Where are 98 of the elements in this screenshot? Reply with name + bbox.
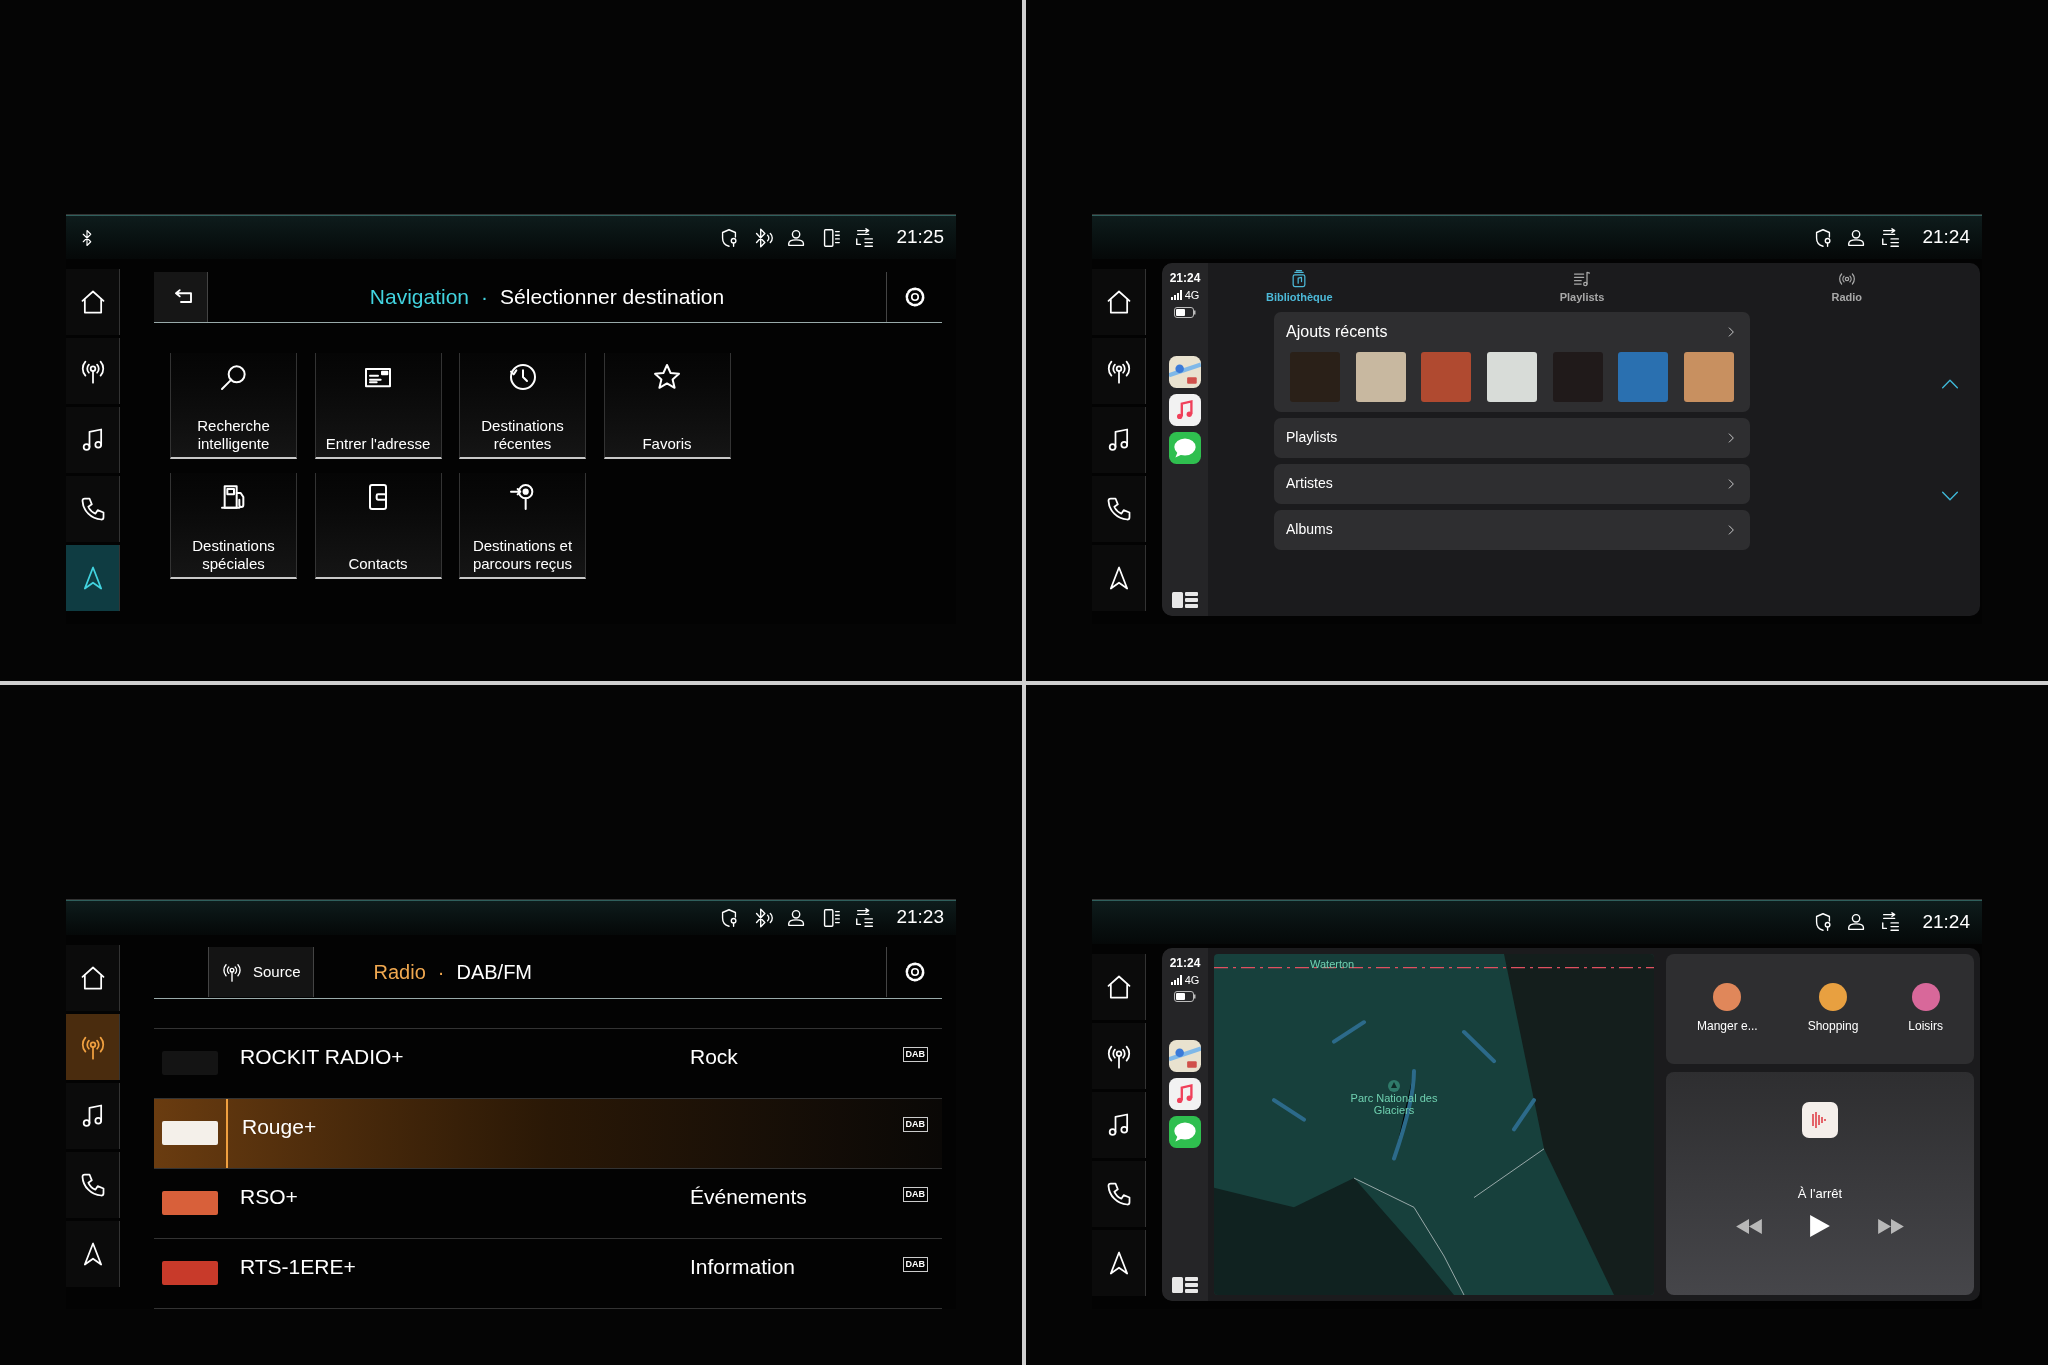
station-genre: Événements [690,1183,808,1210]
station-row[interactable]: Rouge+ DAB [154,1098,942,1169]
clock-time: 21:25 [896,225,944,250]
row-label: Playlists [1286,428,1339,447]
battery-icon [1174,306,1196,318]
rail-button[interactable] [1092,1091,1146,1158]
station-row[interactable]: RSO+ Événements DAB [154,1168,942,1239]
rail-button[interactable] [66,338,120,404]
station-logo-placeholder [162,1191,218,1215]
play-icon[interactable] [1810,1215,1830,1237]
category-button[interactable]: Loisirs [1908,982,1943,1035]
antenna-icon [221,961,243,983]
network-label: 4G [1184,972,1200,988]
podcast-app-icon [1802,1101,1838,1138]
station-genre: Information [690,1253,797,1280]
station-name: ROCKIT RADIO+ [240,1043,405,1070]
rewind-icon[interactable] [1736,1218,1762,1234]
rail-button[interactable] [1092,1022,1146,1089]
clock-time: 21:24 [1922,225,1970,250]
menu-tile[interactable]: Entrer l'adresse [314,353,442,459]
source-button[interactable]: Source [208,947,314,997]
station-name: RSO+ [240,1183,299,1210]
back-button[interactable] [154,271,208,322]
maps-app-icon[interactable] [1169,355,1201,388]
rail-button[interactable] [66,944,120,1011]
menu-tile[interactable]: Destinations et parcours reçus [459,473,586,579]
station-logo-placeholder [162,1121,218,1145]
rail-button[interactable] [66,407,120,473]
row-label: Artistes [1286,474,1334,493]
dock-time: 21:24 [1169,270,1201,287]
dashboard-icon[interactable] [1172,592,1198,608]
rail-button[interactable] [1092,545,1146,611]
fast-forward-icon[interactable] [1878,1218,1904,1234]
menu-tile[interactable]: Contacts [314,473,442,579]
page-title: Sélectionner destination [500,283,725,310]
library-row[interactable]: Artistes [1274,463,1750,504]
signal-bars-icon [1170,290,1183,301]
title-separator: · [437,960,445,985]
messages-app-icon[interactable] [1169,431,1201,464]
menu-tile[interactable]: Destinations spéciales [170,473,297,579]
section-title: Radio [373,960,426,985]
rail-button[interactable] [1092,1160,1146,1227]
clock-time: 21:23 [896,905,944,930]
rail-button[interactable] [1092,953,1146,1020]
dashboard-icon[interactable] [1172,1276,1198,1293]
station-logo-placeholder [162,1261,218,1285]
battery-icon [1174,991,1196,1002]
dab-badge: DAB [902,1256,928,1272]
rail-button[interactable] [66,269,120,335]
maps-app-icon[interactable] [1169,1040,1201,1072]
tab[interactable]: Radio [1831,269,1862,306]
album-cover-placeholder[interactable] [1355,351,1406,402]
dock-time: 21:24 [1169,954,1201,972]
tab[interactable]: Playlists [1559,269,1605,306]
rail-button[interactable] [66,1082,120,1149]
rail-button[interactable] [66,1220,120,1287]
rail-button[interactable] [1092,269,1146,335]
signal-bars-icon [1170,974,1183,985]
row-label: Albums [1286,520,1334,539]
category-button[interactable]: Shopping [1807,982,1859,1035]
tab[interactable]: Bibliothèque [1266,269,1333,306]
rail-button[interactable] [1092,407,1146,473]
menu-tile[interactable]: Recherche intelligente [170,353,297,459]
tree-pin-icon [1388,1079,1400,1092]
page-title: DAB/FM [456,960,533,985]
music-app-icon[interactable] [1169,393,1201,426]
rail-button[interactable] [1092,476,1146,542]
dab-badge: DAB [902,1116,928,1132]
station-row[interactable]: RTS-1ERE+ Information DAB [154,1238,942,1309]
rail-button[interactable] [66,476,120,542]
map-label: Parc National des Glaciers [1349,1091,1439,1116]
music-app-icon[interactable] [1169,1078,1201,1110]
menu-tile[interactable]: Destinations récentes [459,353,586,459]
network-label: 4G [1184,288,1200,303]
rail-button[interactable] [1092,338,1146,404]
album-cover-placeholder[interactable] [1683,351,1734,402]
category-button[interactable]: Manger e... [1696,982,1758,1035]
station-name: RTS-1ERE+ [240,1253,357,1280]
rail-button[interactable] [1092,1229,1146,1296]
messages-app-icon[interactable] [1169,1116,1201,1148]
map-label: Waterton [1310,956,1355,972]
playback-status: À l'arrêt [1797,1184,1843,1203]
library-row[interactable]: Playlists [1274,417,1750,458]
station-genre: Rock [690,1043,739,1070]
section-title: Navigation [369,283,470,310]
clock-time: 21:24 [1922,909,1970,934]
station-name: Rouge+ [242,1113,318,1140]
rail-button[interactable] [66,1151,120,1218]
menu-tile[interactable]: Favoris [603,353,731,459]
dab-badge: DAB [902,1046,928,1062]
row-label: Ajouts récents [1286,321,1389,342]
album-cover-placeholder[interactable] [1486,351,1537,402]
dab-badge: DAB [902,1186,928,1202]
playlist-icon [1572,269,1592,289]
library-row[interactable]: Albums [1274,509,1750,550]
library-row[interactable]: Ajouts récents [1274,311,1750,412]
station-row[interactable]: ROCKIT RADIO+ Rock DAB [154,1028,942,1099]
title-separator: · [481,283,489,310]
